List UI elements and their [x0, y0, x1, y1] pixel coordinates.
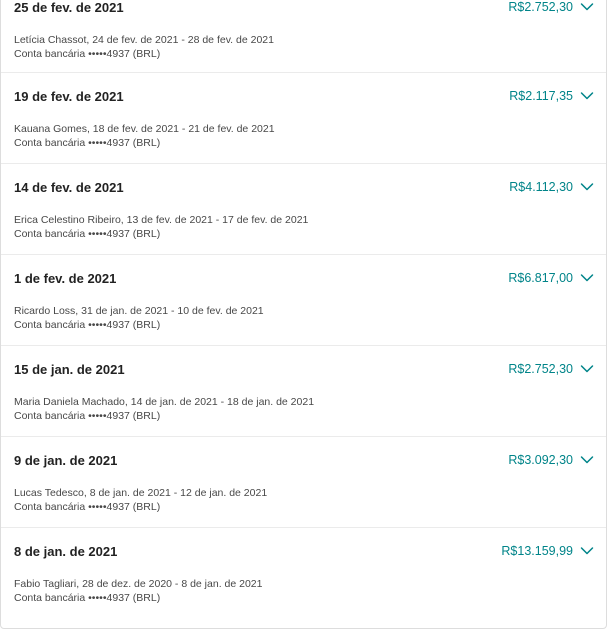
payout-guest-dates: Letícia Chassot, 24 de fev. de 2021 - 28… [14, 34, 274, 46]
payout-row[interactable]: 8 de jan. de 2021 Fabio Tagliari, 28 de … [1, 528, 606, 619]
payout-guest-dates: Erica Celestino Ribeiro, 13 de fev. de 2… [14, 214, 309, 226]
payout-date: 9 de jan. de 2021 [14, 453, 118, 468]
chevron-down-icon[interactable] [580, 2, 594, 12]
payout-row[interactable]: 14 de fev. de 2021 Erica Celestino Ribei… [1, 164, 606, 255]
payout-expand-toggle[interactable]: R$2.117,35 [509, 89, 594, 103]
payout-row[interactable]: 9 de jan. de 2021 Lucas Tedesco, 8 de ja… [1, 437, 606, 528]
payout-expand-toggle[interactable]: R$13.159,99 [501, 544, 594, 558]
payout-account: Conta bancária •••••4937 (BRL) [14, 137, 161, 149]
payout-row[interactable]: 1 de fev. de 2021 Ricardo Loss, 31 de ja… [1, 255, 606, 346]
payout-date: 15 de jan. de 2021 [14, 362, 125, 377]
payout-guest-dates: Ricardo Loss, 31 de jan. de 2021 - 10 de… [14, 305, 264, 317]
payouts-list: 25 de fev. de 2021 Letícia Chassot, 24 d… [0, 0, 607, 629]
payout-date: 1 de fev. de 2021 [14, 271, 117, 286]
payout-account: Conta bancária •••••4937 (BRL) [14, 592, 161, 604]
chevron-down-icon[interactable] [580, 91, 594, 101]
payout-amount: R$6.817,00 [508, 271, 573, 285]
payout-row[interactable]: 19 de fev. de 2021 Kauana Gomes, 18 de f… [1, 73, 606, 164]
payout-amount: R$4.112,30 [509, 180, 573, 194]
payout-account: Conta bancária •••••4937 (BRL) [14, 48, 161, 60]
chevron-down-icon[interactable] [580, 546, 594, 556]
payout-amount: R$13.159,99 [501, 544, 573, 558]
payout-expand-toggle[interactable]: R$3.092,30 [508, 453, 594, 467]
payout-amount: R$3.092,30 [508, 453, 573, 467]
payout-guest-dates: Maria Daniela Machado, 14 de jan. de 202… [14, 396, 315, 408]
payout-amount: R$2.117,35 [509, 89, 573, 103]
payout-expand-toggle[interactable]: R$6.817,00 [508, 271, 594, 285]
payout-amount: R$2.752,30 [508, 362, 573, 376]
payout-date: 19 de fev. de 2021 [14, 89, 124, 104]
payout-date: 14 de fev. de 2021 [14, 180, 124, 195]
payout-guest-dates: Lucas Tedesco, 8 de jan. de 2021 - 12 de… [14, 487, 268, 499]
payout-amount: R$2.752,30 [508, 0, 573, 14]
payout-expand-toggle[interactable]: R$2.752,30 [508, 362, 594, 376]
payout-expand-toggle[interactable]: R$4.112,30 [509, 180, 594, 194]
payout-row[interactable]: 25 de fev. de 2021 Letícia Chassot, 24 d… [1, 0, 606, 73]
chevron-down-icon[interactable] [580, 273, 594, 283]
payout-date: 25 de fev. de 2021 [14, 0, 124, 15]
payout-date: 8 de jan. de 2021 [14, 544, 118, 559]
payout-guest-dates: Kauana Gomes, 18 de fev. de 2021 - 21 de… [14, 123, 275, 135]
payout-account: Conta bancária •••••4937 (BRL) [14, 501, 161, 513]
payout-account: Conta bancária •••••4937 (BRL) [14, 319, 161, 331]
payout-expand-toggle[interactable]: R$2.752,30 [508, 0, 594, 14]
payout-guest-dates: Fabio Tagliari, 28 de dez. de 2020 - 8 d… [14, 578, 263, 590]
payout-row[interactable]: 15 de jan. de 2021 Maria Daniela Machado… [1, 346, 606, 437]
chevron-down-icon[interactable] [580, 455, 594, 465]
chevron-down-icon[interactable] [580, 182, 594, 192]
chevron-down-icon[interactable] [580, 364, 594, 374]
payout-account: Conta bancária •••••4937 (BRL) [14, 228, 161, 240]
payout-account: Conta bancária •••••4937 (BRL) [14, 410, 161, 422]
